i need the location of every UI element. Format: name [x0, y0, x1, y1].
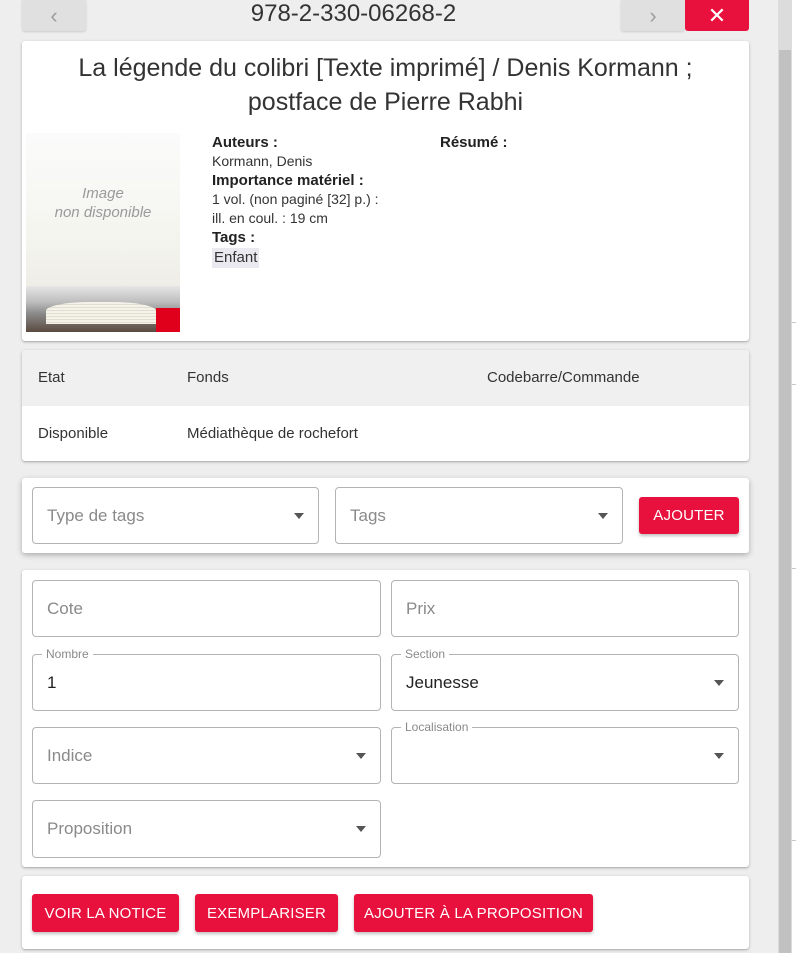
indice-placeholder: Indice	[47, 745, 93, 765]
dropdown-arrow-icon	[714, 679, 724, 686]
holdings-table: Etat Fonds Codebarre/Commande Disponible…	[22, 350, 749, 461]
cover-placeholder-line2: non disponible	[54, 204, 152, 221]
tag-type-select[interactable]: Type de tags	[32, 487, 319, 544]
edge-divider	[792, 384, 796, 385]
cover-red-square	[156, 308, 180, 332]
chevron-right-icon: ›	[649, 2, 657, 28]
material-value-line2: ill. en coul. : 19 cm	[212, 210, 328, 226]
isbn-title: 978-2-330-06268-2	[250, 0, 457, 27]
proposition-select[interactable]: Proposition	[32, 800, 381, 858]
cote-placeholder: Cote	[47, 598, 83, 618]
dropdown-arrow-icon	[714, 752, 724, 759]
prix-input[interactable]: Prix	[391, 580, 739, 637]
view-notice-button[interactable]: VOIR LA NOTICE	[32, 894, 179, 932]
cell-etat: Disponible	[38, 425, 109, 442]
dropdown-arrow-icon	[356, 826, 366, 832]
localisation-label: Localisation	[401, 720, 473, 734]
notice-card: La légende du colibri [Texte imprimé] / …	[22, 41, 749, 341]
close-icon: ✕	[707, 2, 727, 28]
notice-metadata: Auteurs : Kormann, Denis Importance maté…	[212, 133, 412, 268]
cell-fonds: Médiathèque de rochefort	[187, 425, 358, 442]
tag-chip[interactable]: Enfant	[212, 248, 260, 268]
tags-label: Tags :	[212, 229, 256, 246]
dropdown-arrow-icon	[598, 512, 608, 519]
column-header-fonds: Fonds	[187, 369, 229, 386]
close-button[interactable]: ✕	[685, 0, 749, 31]
tags-select[interactable]: Tags	[335, 487, 623, 544]
notice-title: La légende du colibri [Texte imprimé] / …	[78, 54, 693, 116]
table-row[interactable]: Disponible Médiathèque de rochefort	[22, 406, 749, 461]
scrollbar-thumb[interactable]	[779, 50, 791, 953]
next-button[interactable]: ›	[621, 0, 685, 31]
edge-divider	[792, 568, 796, 569]
tag-type-placeholder: Type de tags	[47, 505, 145, 525]
cover-placeholder-line1: Image	[82, 185, 124, 202]
chevron-left-icon: ‹	[50, 2, 58, 28]
add-to-proposal-button[interactable]: AJOUTER À LA PROPOSITION	[354, 894, 593, 932]
dropdown-arrow-icon	[356, 752, 366, 759]
copy-form-card: Cote Prix Nombre 1 Section Jeunesse Indi…	[22, 570, 749, 867]
window-edge	[792, 0, 796, 953]
nombre-value: 1	[47, 672, 57, 692]
localisation-select[interactable]: Localisation	[391, 720, 739, 784]
indice-select[interactable]: Indice	[32, 727, 381, 784]
section-value: Jeunesse	[406, 672, 479, 692]
dropdown-arrow-icon	[294, 512, 304, 519]
exemplariser-button[interactable]: EXEMPLARISER	[195, 894, 338, 932]
cote-input[interactable]: Cote	[32, 580, 381, 637]
table-header: Etat Fonds Codebarre/Commande	[22, 350, 749, 406]
material-label: Importance matériel :	[212, 172, 364, 189]
cover-image: Image non disponible	[26, 133, 180, 332]
material-value-line1: 1 vol. (non paginé [32] p.) :	[212, 191, 379, 207]
column-header-codebarre: Codebarre/Commande	[487, 369, 640, 386]
add-tag-button[interactable]: AJOUTER	[639, 497, 739, 534]
nombre-input[interactable]: Nombre 1	[32, 647, 381, 711]
authors-value: Kormann, Denis	[212, 153, 313, 169]
tag-form-card: Type de tags Tags AJOUTER	[22, 478, 749, 553]
prix-placeholder: Prix	[406, 598, 436, 618]
cover-placeholder-text: Image non disponible	[26, 184, 180, 222]
edge-divider	[792, 840, 796, 841]
tags-placeholder: Tags	[350, 505, 386, 525]
summary-label: Résumé :	[440, 134, 508, 151]
section-select[interactable]: Section Jeunesse	[391, 647, 739, 711]
edge-divider	[792, 322, 796, 323]
previous-button[interactable]: ‹	[22, 0, 86, 31]
proposition-placeholder: Proposition	[47, 819, 133, 838]
actions-card: VOIR LA NOTICE EXEMPLARISER AJOUTER À LA…	[22, 876, 749, 949]
authors-label: Auteurs :	[212, 134, 278, 151]
column-header-etat: Etat	[38, 369, 65, 386]
